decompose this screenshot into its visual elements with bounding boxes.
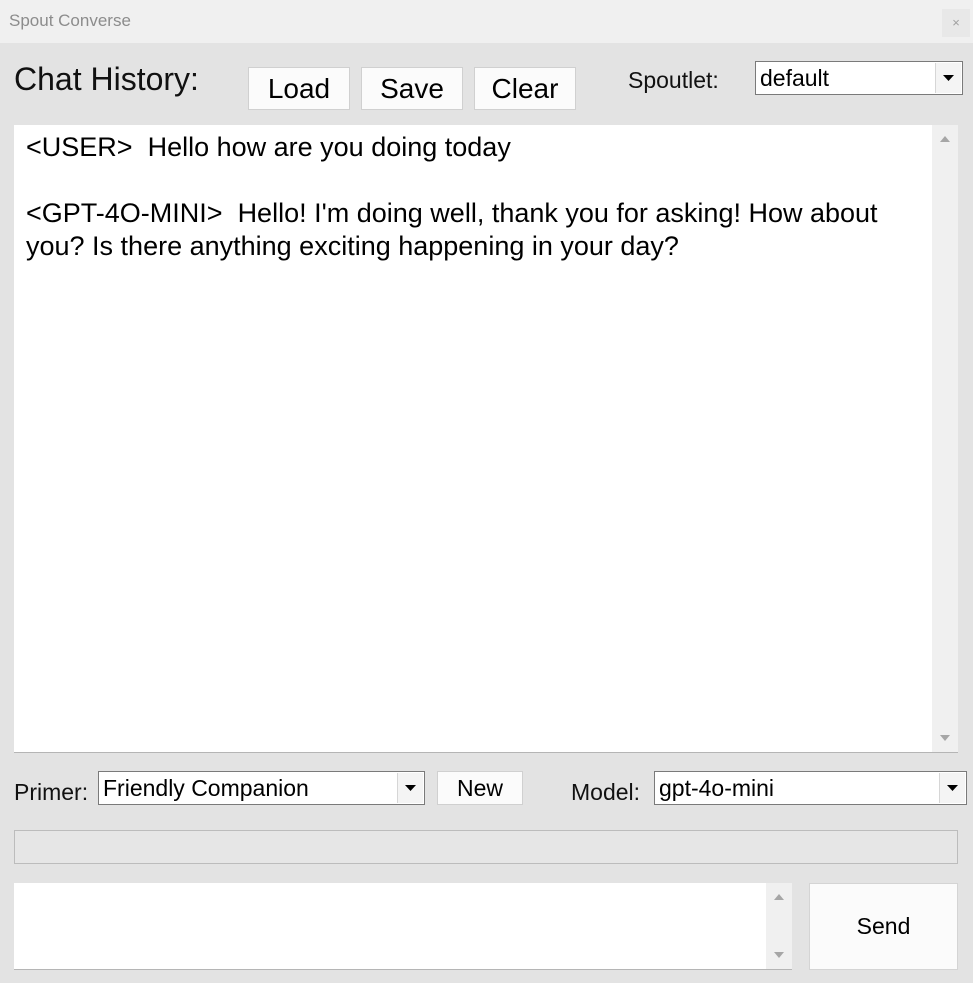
new-button-label: New [456, 775, 503, 801]
send-button-label: Send [856, 913, 911, 939]
chat-history-label: Chat History: [14, 61, 199, 97]
close-button[interactable]: × [942, 9, 970, 37]
spoutlet-label: Spoutlet: [628, 67, 719, 93]
scroll-up-arrow-icon [774, 894, 784, 900]
chat-history-box[interactable]: <USER> Hello how are you doing today <GP… [14, 125, 958, 753]
message-text: Hello how are you doing today [147, 132, 511, 162]
model-dropdown-arrow[interactable] [939, 773, 965, 803]
input-scrollbar[interactable] [766, 883, 792, 969]
message-input[interactable] [14, 883, 792, 970]
spoutlet-value: default [760, 65, 830, 91]
model-dropdown[interactable]: gpt-4o-mini [654, 771, 967, 805]
load-button-label: Load [267, 73, 331, 104]
window-title: Spout Converse [9, 11, 131, 30]
chevron-down-icon [947, 785, 958, 791]
message-speaker: <GPT-4O-MINI> [26, 198, 223, 228]
primer-dropdown-arrow[interactable] [397, 773, 423, 803]
scroll-down-arrow-icon [774, 952, 784, 958]
primer-label: Primer: [14, 779, 89, 805]
chevron-down-icon [405, 785, 416, 791]
close-icon: × [952, 15, 960, 30]
message-speaker: <USER> [26, 132, 133, 162]
load-button[interactable]: Load [248, 67, 350, 110]
title-bar[interactable]: Spout Converse × [0, 0, 973, 43]
save-button[interactable]: Save [361, 67, 463, 110]
app-window: Spout Converse × Chat History: Load Save… [0, 0, 973, 983]
chat-message: <GPT-4O-MINI> Hello! I'm doing well, tha… [26, 197, 926, 263]
chat-scroll-up[interactable] [932, 129, 958, 149]
chevron-down-icon [943, 75, 954, 81]
chat-message: <USER> Hello how are you doing today [26, 131, 926, 164]
status-bar [14, 830, 958, 864]
send-button[interactable]: Send [809, 883, 958, 970]
model-label: Model: [571, 779, 641, 805]
primer-value: Friendly Companion [103, 775, 309, 801]
save-button-label: Save [380, 73, 444, 104]
new-primer-button[interactable]: New [437, 771, 523, 805]
input-scroll-up[interactable] [766, 887, 792, 907]
chat-scrollbar[interactable] [932, 125, 958, 752]
chat-scroll-down[interactable] [932, 728, 958, 748]
clear-button[interactable]: Clear [474, 67, 576, 110]
spoutlet-dropdown-arrow[interactable] [935, 63, 961, 93]
input-scroll-down[interactable] [766, 945, 792, 965]
spoutlet-dropdown[interactable]: default [755, 61, 963, 95]
scroll-down-arrow-icon [940, 735, 950, 741]
primer-dropdown[interactable]: Friendly Companion [98, 771, 425, 805]
chat-history-text: <USER> Hello how are you doing today <GP… [26, 131, 926, 296]
scroll-up-arrow-icon [940, 136, 950, 142]
clear-button-label: Clear [491, 73, 559, 104]
model-value: gpt-4o-mini [659, 775, 775, 801]
